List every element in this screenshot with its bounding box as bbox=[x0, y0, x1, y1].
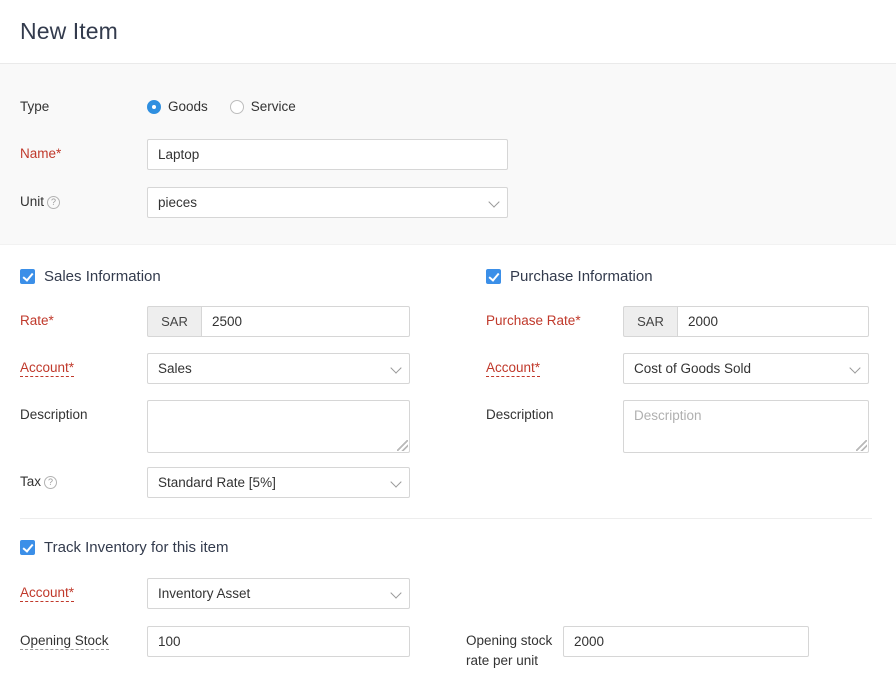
checkbox-checked-icon[interactable] bbox=[486, 269, 501, 284]
radio-goods-icon[interactable] bbox=[147, 100, 161, 114]
purchase-rate-row: Purchase Rate* SAR 2000 bbox=[470, 306, 896, 337]
sales-account-select[interactable]: Sales bbox=[147, 353, 410, 384]
help-circle-icon[interactable]: ? bbox=[47, 196, 60, 209]
radio-service-label: Service bbox=[251, 92, 296, 122]
chevron-down-icon bbox=[390, 587, 401, 598]
sales-description-textarea[interactable] bbox=[147, 400, 410, 453]
name-row: Name* Laptop bbox=[0, 139, 896, 170]
checkbox-checked-icon[interactable] bbox=[20, 269, 35, 284]
sales-account-label: Account* bbox=[0, 353, 147, 383]
required-asterisk: * bbox=[575, 313, 580, 328]
purchase-description-placeholder: Description bbox=[634, 408, 702, 423]
unit-label: Unit? bbox=[0, 187, 147, 217]
inventory-account-row: Account* Inventory Asset bbox=[0, 578, 896, 609]
purchase-information-toggle[interactable]: Purchase Information bbox=[470, 268, 896, 285]
inventory-account-select[interactable]: Inventory Asset bbox=[147, 578, 410, 609]
chevron-down-icon bbox=[488, 196, 499, 207]
purchase-description-row: Description Description bbox=[470, 400, 896, 453]
sales-account-row: Account* Sales bbox=[0, 353, 470, 384]
section-divider bbox=[20, 518, 872, 519]
opening-stock-row: Opening Stock 100 Opening stock rate per… bbox=[0, 626, 896, 671]
inventory-account-label: Account* bbox=[0, 578, 147, 608]
purchase-description-label: Description bbox=[470, 400, 623, 430]
sales-tax-label: Tax? bbox=[0, 467, 147, 497]
sales-tax-select[interactable]: Standard Rate [5%] bbox=[147, 467, 410, 498]
type-label: Type bbox=[0, 92, 147, 122]
name-label: Name* bbox=[0, 139, 147, 169]
chevron-down-icon bbox=[390, 362, 401, 373]
sales-rate-group: SAR 2500 bbox=[147, 306, 410, 337]
track-inventory-label: Track Inventory for this item bbox=[44, 539, 229, 556]
purchase-column: Purchase Information Purchase Rate* SAR … bbox=[470, 268, 896, 498]
resize-handle-icon[interactable] bbox=[397, 440, 408, 451]
sales-account-value: Sales bbox=[158, 361, 192, 376]
unit-select-value: pieces bbox=[158, 195, 197, 210]
purchase-currency-prefix: SAR bbox=[623, 306, 677, 337]
sales-description-row: Description bbox=[0, 400, 470, 453]
sales-column: Sales Information Rate* SAR 2500 Account… bbox=[0, 268, 470, 498]
purchase-account-row: Account* Cost of Goods Sold bbox=[470, 353, 896, 384]
help-circle-icon[interactable]: ? bbox=[44, 476, 57, 489]
sales-tax-value: Standard Rate [5%] bbox=[158, 475, 276, 490]
sales-purchase-section: Sales Information Rate* SAR 2500 Account… bbox=[0, 245, 896, 519]
purchase-account-select[interactable]: Cost of Goods Sold bbox=[623, 353, 869, 384]
opening-stock-rate-input[interactable]: 2000 bbox=[563, 626, 809, 657]
purchase-information-label: Purchase Information bbox=[510, 268, 653, 285]
chevron-down-icon bbox=[849, 362, 860, 373]
purchase-rate-input[interactable]: 2000 bbox=[677, 306, 869, 337]
opening-rate-label-line1: Opening stock bbox=[466, 633, 552, 648]
purchase-account-value: Cost of Goods Sold bbox=[634, 361, 751, 376]
type-row: Type Goods Service bbox=[0, 92, 896, 122]
page-title: New Item bbox=[20, 18, 118, 45]
sales-rate-row: Rate* SAR 2500 bbox=[0, 306, 470, 337]
sales-rate-label: Rate* bbox=[0, 306, 147, 336]
resize-handle-icon[interactable] bbox=[856, 440, 867, 451]
required-asterisk: * bbox=[49, 313, 54, 328]
new-item-page: New Item Type Goods Service Name* bbox=[0, 0, 896, 700]
radio-option-goods[interactable]: Goods bbox=[147, 92, 208, 122]
inventory-section: Track Inventory for this item Account* I… bbox=[0, 519, 896, 671]
sales-information-label: Sales Information bbox=[44, 268, 161, 285]
inventory-account-value: Inventory Asset bbox=[158, 586, 250, 601]
basic-info-section: Type Goods Service Name* Laptop Unit bbox=[0, 64, 896, 245]
chevron-down-icon bbox=[390, 476, 401, 487]
purchase-rate-label: Purchase Rate* bbox=[470, 306, 623, 336]
radio-service-icon[interactable] bbox=[230, 100, 244, 114]
sales-tax-row: Tax? Standard Rate [5%] bbox=[0, 467, 470, 498]
checkbox-checked-icon[interactable] bbox=[20, 540, 35, 555]
sales-information-toggle[interactable]: Sales Information bbox=[0, 268, 470, 285]
purchase-description-textarea[interactable]: Description bbox=[623, 400, 869, 453]
name-input[interactable]: Laptop bbox=[147, 139, 508, 170]
opening-stock-label: Opening Stock bbox=[0, 626, 147, 671]
required-asterisk: * bbox=[56, 146, 61, 161]
opening-stock-input[interactable]: 100 bbox=[147, 626, 410, 657]
type-radio-group[interactable]: Goods Service bbox=[147, 92, 318, 122]
purchase-rate-group: SAR 2000 bbox=[623, 306, 869, 337]
sales-description-label: Description bbox=[0, 400, 147, 430]
page-header: New Item bbox=[0, 0, 896, 64]
radio-goods-label: Goods bbox=[168, 92, 208, 122]
purchase-account-label: Account* bbox=[470, 353, 623, 383]
opening-stock-rate-label: Opening stock rate per unit bbox=[410, 626, 563, 671]
sales-rate-input[interactable]: 2500 bbox=[201, 306, 410, 337]
unit-select[interactable]: pieces bbox=[147, 187, 508, 218]
opening-rate-label-line2: rate per unit bbox=[466, 653, 538, 668]
track-inventory-toggle[interactable]: Track Inventory for this item bbox=[0, 539, 896, 556]
unit-row: Unit? pieces bbox=[0, 187, 896, 218]
radio-option-service[interactable]: Service bbox=[230, 92, 296, 122]
sales-currency-prefix: SAR bbox=[147, 306, 201, 337]
